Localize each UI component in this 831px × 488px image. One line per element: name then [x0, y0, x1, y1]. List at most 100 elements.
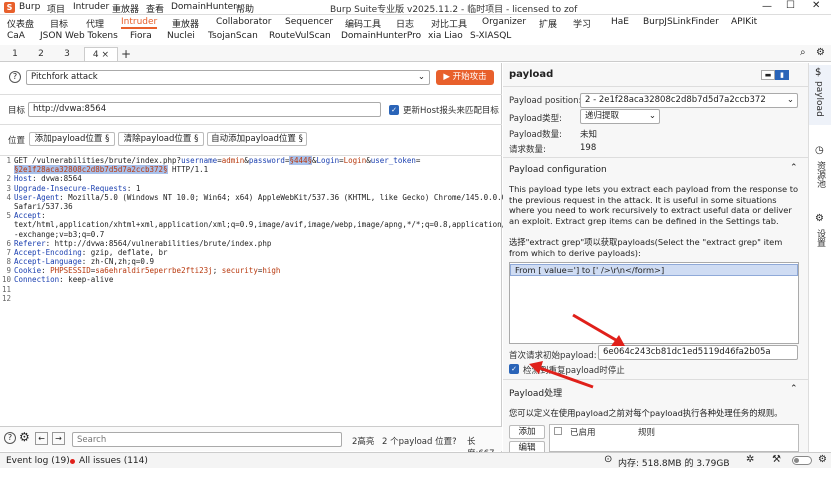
- menu-item-0[interactable]: Burp: [19, 2, 40, 12]
- request-token: Safari/537.36: [14, 201, 73, 211]
- request-token: : zh-CN,zh;q=0.9: [81, 257, 154, 267]
- add-rule-button[interactable]: 添加: [509, 425, 545, 439]
- menu-item-3[interactable]: 重放器: [112, 2, 139, 15]
- chevron-down-icon: ⌄: [786, 95, 794, 105]
- request-count-value: 198: [580, 143, 597, 153]
- main-tab-5[interactable]: Collaborator: [216, 17, 271, 27]
- main-tab-15[interactable]: APIKit: [731, 17, 757, 27]
- extension-tab-7[interactable]: xia Liao: [428, 31, 463, 41]
- menu-item-1[interactable]: 项目: [47, 2, 65, 15]
- request-line: GET /vulnerabilities/brute/index.php?use…: [14, 156, 500, 165]
- back-arrow-icon[interactable]: ←: [35, 432, 48, 445]
- request-line: -exchange;v=b3;q=0.7: [14, 230, 500, 239]
- menu-item-5[interactable]: DomainHunter: [171, 2, 237, 12]
- add-payload-position-button[interactable]: 添加payload位置 §: [29, 132, 115, 146]
- request-line: Safari/537.36: [14, 202, 500, 211]
- clear-payload-position-button[interactable]: 清除payload位置 §: [118, 132, 204, 146]
- sidebar-tab-payload-label: payload: [814, 81, 824, 117]
- request-token: : keep-alive: [59, 275, 114, 285]
- close-icon[interactable]: ✕: [812, 0, 820, 11]
- main-tab-1[interactable]: 目标: [50, 17, 68, 30]
- main-tab-12[interactable]: 学习: [573, 17, 591, 30]
- settings-icon[interactable]: ⚙: [816, 47, 825, 58]
- sub-tab-4[interactable]: 4 ×: [84, 47, 118, 61]
- payload-position-select[interactable]: 2 - 2e1f28aca32808c2d8b7d5d7a2ccb372 ⌄: [580, 93, 798, 108]
- request-token: : http://dvwa:8564/vulnerabilities/brute…: [45, 238, 272, 248]
- settings-gear-icon[interactable]: ⚙: [19, 430, 30, 444]
- extract-grep-item[interactable]: From [ value='] to [' />\r\n</form>]: [510, 264, 798, 276]
- main-tab-7[interactable]: 编码工具: [345, 17, 381, 30]
- extension-tab-3[interactable]: Nuclei: [167, 31, 195, 41]
- payload-config-description: This payload type lets you extract each …: [509, 184, 799, 226]
- right-sidebar: $ payload ◷ 资源池 ⚙ 设置: [808, 63, 831, 452]
- help-icon[interactable]: ?: [9, 71, 21, 83]
- extension-tab-6[interactable]: DomainHunterPro: [341, 31, 421, 41]
- menu-item-2[interactable]: Intruder: [73, 2, 109, 12]
- minimize-icon[interactable]: —: [762, 1, 772, 12]
- line-number: 2: [6, 174, 11, 184]
- new-tab-button[interactable]: +: [115, 47, 137, 61]
- start-attack-button[interactable]: ▶ 开始攻击: [436, 70, 494, 85]
- position-label: 位置: [8, 136, 26, 146]
- request-line: Accept-Encoding: gzip, deflate, br: [14, 248, 500, 257]
- sidebar-tab-settings[interactable]: ⚙ 设置: [809, 211, 831, 261]
- main-tab-8[interactable]: 日志: [396, 17, 414, 30]
- collapse-icon[interactable]: ⌃: [790, 163, 798, 173]
- extension-tab-8[interactable]: S-XIASQL: [470, 31, 511, 41]
- sub-tab-2[interactable]: 2: [30, 47, 52, 61]
- main-tab-2[interactable]: 代理: [86, 17, 104, 30]
- auto-payload-position-button[interactable]: 自动添加payload位置 §: [207, 132, 307, 146]
- main-tab-6[interactable]: Sequencer: [285, 17, 333, 27]
- line-number: 1: [6, 156, 11, 165]
- view-list-icon[interactable]: ▬: [761, 70, 775, 80]
- burp-logo-icon: S: [4, 2, 15, 13]
- main-tab-3[interactable]: Intruder: [121, 17, 158, 29]
- sidebar-tab-resource-label: 资源池: [815, 161, 825, 188]
- search-input[interactable]: [72, 432, 342, 447]
- request-text[interactable]: GET /vulnerabilities/brute/index.php?use…: [14, 156, 533, 303]
- request-token: PHPSESSID: [50, 266, 91, 276]
- target-input[interactable]: http://dvwa:8564: [28, 102, 381, 117]
- extension-tab-0[interactable]: CaA: [7, 31, 25, 41]
- sidebar-tab-payload[interactable]: $ payload: [809, 65, 831, 125]
- collapse-icon[interactable]: ⌃: [790, 384, 798, 394]
- wrench-icon[interactable]: ⚒: [772, 454, 781, 465]
- maximize-icon[interactable]: ☐: [786, 0, 795, 11]
- extension-tab-5[interactable]: RouteVulScan: [269, 31, 331, 41]
- select-all-checkbox[interactable]: [554, 427, 562, 435]
- help-icon[interactable]: ?: [4, 432, 16, 444]
- main-tab-10[interactable]: Organizer: [482, 17, 526, 27]
- forward-arrow-icon[interactable]: →: [52, 432, 65, 445]
- extension-tab-2[interactable]: Fiora: [130, 31, 152, 41]
- sidebar-tab-resource-pool[interactable]: ◷ 资源池: [809, 143, 831, 203]
- payload-type-select[interactable]: 递归提取 ⌄: [580, 109, 660, 124]
- main-tab-13[interactable]: HaE: [611, 17, 629, 27]
- sub-tab-3[interactable]: 3: [56, 47, 78, 61]
- attack-type-select[interactable]: Pitchfork attack ⌄: [26, 70, 430, 85]
- sub-tab-1[interactable]: 1: [4, 47, 26, 61]
- extension-tab-1[interactable]: JSON Web Tokens: [40, 31, 118, 41]
- payload-positions-count: 2 个payload 位置?: [382, 437, 457, 447]
- all-issues-link[interactable]: All issues (114): [79, 456, 148, 466]
- main-tab-11[interactable]: 扩展: [539, 17, 557, 30]
- main-tab-4[interactable]: 重放器: [172, 17, 199, 30]
- gear-icon[interactable]: ⚙: [818, 454, 827, 465]
- request-token: Accept: [14, 211, 42, 221]
- search-icon[interactable]: ⌕: [800, 47, 806, 58]
- menu-item-4[interactable]: 查看: [146, 2, 164, 15]
- toggle-switch[interactable]: [792, 456, 812, 465]
- request-token: Host: [14, 174, 33, 184]
- event-log-link[interactable]: Event log (19): [6, 456, 70, 466]
- update-host-checkbox[interactable]: ✓: [389, 105, 399, 115]
- main-tab-9[interactable]: 对比工具: [431, 17, 467, 30]
- main-tab-0[interactable]: 仪表盘: [7, 17, 34, 30]
- line-number: 3: [6, 183, 11, 193]
- bug-icon[interactable]: ✲: [746, 454, 754, 465]
- request-token: Login: [316, 156, 340, 165]
- main-tab-14[interactable]: BurpJSLinkFinder: [643, 17, 719, 27]
- menu-item-6[interactable]: 帮助: [236, 2, 254, 15]
- request-line: Upgrade-Insecure-Requests: 1: [14, 184, 500, 193]
- line-number: 8: [6, 257, 11, 267]
- extension-tab-4[interactable]: TsojanScan: [208, 31, 258, 41]
- view-split-icon[interactable]: ▮: [775, 70, 789, 80]
